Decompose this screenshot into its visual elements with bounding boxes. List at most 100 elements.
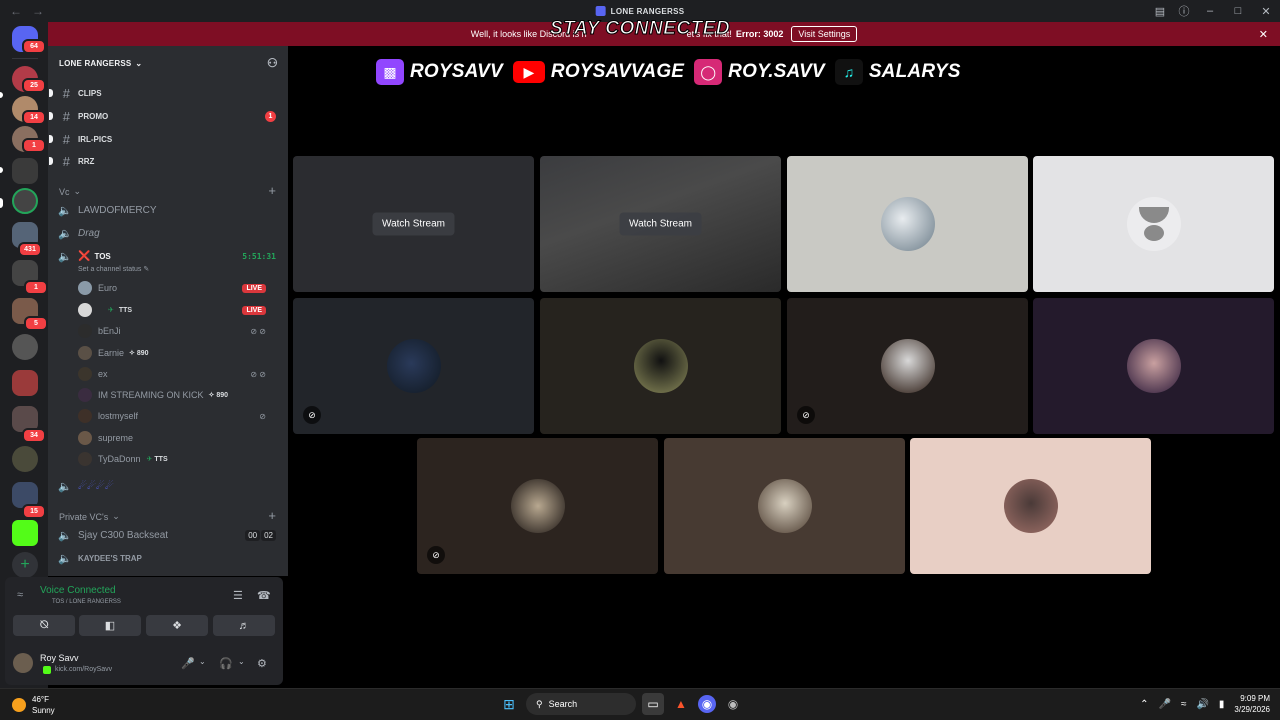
minimize-button[interactable]: – (1196, 0, 1224, 22)
add-server-icon[interactable]: + (12, 552, 38, 578)
voice-member[interactable]: Earnie ✧ 890 (78, 343, 278, 363)
invite-people-icon[interactable]: ⚇ (267, 56, 278, 70)
avatar (510, 479, 565, 533)
clock[interactable]: 9:09 PM 3/29/2026 (1234, 693, 1270, 715)
soundboard-button[interactable]: ♬ (213, 615, 275, 636)
voice-member[interactable]: ex ⊘ ⊘ (78, 364, 278, 384)
taskbar-search[interactable]: ⚲ Search (526, 693, 636, 715)
voice-channel-drag[interactable]: 🔈 Drag (48, 223, 288, 243)
windows-start-icon[interactable]: ⊞ (498, 693, 520, 715)
task-view-icon[interactable]: ▭ (642, 693, 664, 715)
close-window-button[interactable]: ✕ (1252, 0, 1280, 22)
text-channel-irl-pics[interactable]: # IRL-PICS (48, 129, 288, 149)
voice-member[interactable]: supreme (78, 428, 278, 448)
kick-server-icon[interactable] (12, 520, 38, 546)
voice-channel-kaydees-trap[interactable]: 🔈 KAYDEE'S TRAP (48, 548, 288, 568)
battery-icon[interactable]: ▮ (1219, 699, 1225, 710)
voice-status-panel: ≈ Voice Connected TOS / LONE RANGERSS ☰ … (5, 577, 283, 685)
avatar (757, 479, 812, 533)
settings-gear-icon[interactable]: ⚙ (257, 657, 267, 670)
user-tile[interactable] (787, 156, 1028, 292)
server-badge: 431 (18, 242, 42, 257)
visit-settings-button[interactable]: Visit Settings (791, 26, 858, 42)
share-screen-button[interactable]: ◧ (79, 615, 141, 636)
stream-tile[interactable]: Watch Stream (540, 156, 781, 292)
text-channel-rrz[interactable]: # RRZ (48, 151, 288, 171)
active-voice-server-icon[interactable] (12, 188, 38, 214)
voice-channel-sjay[interactable]: 🔈 Sjay C300 Backseat 00 02 (48, 525, 288, 545)
user-tile[interactable]: ⊘ (293, 298, 534, 434)
voice-member[interactable]: TyDaDonn ✈ TTS (78, 449, 278, 469)
activities-button[interactable]: ❖ (146, 615, 208, 636)
voice-location[interactable]: TOS / LONE RANGERSS (52, 599, 121, 605)
chevron-down-icon[interactable]: ⌄ (199, 657, 206, 666)
headphones-icon[interactable]: 🎧 (219, 657, 233, 670)
voice-member[interactable]: IM STREAMING ON KICK ✧ 890 (78, 385, 278, 405)
weather-widget[interactable]: 46°F Sunny (12, 694, 55, 716)
set-channel-status[interactable]: Set a channel status ✎ (78, 265, 149, 273)
user-tile[interactable] (540, 298, 781, 434)
signal-icon[interactable]: ≈ (17, 589, 23, 601)
server-icon[interactable] (12, 370, 38, 396)
user-tile[interactable] (1033, 156, 1274, 292)
arrow-left-icon[interactable]: ← (10, 4, 22, 18)
voice-member[interactable]: ✈ TTS LIVE (78, 300, 278, 320)
youtube-icon: ▶ (512, 61, 545, 83)
category-private-vcs[interactable]: Private VC's ⌄ (59, 511, 120, 522)
muted-icon: ⊘ (303, 406, 321, 424)
server-icon[interactable] (12, 158, 38, 184)
inbox-icon[interactable]: ▤ (1148, 0, 1172, 22)
chevron-down-icon: ⌄ (135, 58, 143, 68)
server-badge: 1 (24, 280, 48, 295)
speaker-icon: 🔈 (58, 227, 72, 240)
discord-taskbar-icon[interactable]: ◉ (698, 695, 716, 713)
current-user-name[interactable]: Roy Savv (40, 653, 79, 663)
server-icon[interactable] (12, 446, 38, 472)
user-tile[interactable] (1033, 298, 1274, 434)
live-badge: LIVE (242, 283, 266, 293)
watch-stream-button[interactable]: Watch Stream (372, 212, 455, 236)
user-tile[interactable] (910, 438, 1151, 574)
watch-stream-button[interactable]: Watch Stream (619, 212, 702, 236)
avatar (78, 346, 92, 360)
microphone-icon[interactable]: 🎤 (1158, 699, 1170, 710)
user-tile[interactable]: ⊘ (417, 438, 658, 574)
chevron-up-icon[interactable]: ⌃ (1140, 699, 1148, 710)
noise-suppression-icon[interactable]: ☰ (233, 589, 243, 602)
text-channel-promo[interactable]: # PROMO 1 (48, 106, 288, 126)
voice-channel-lawdofmercy[interactable]: 🔈 LAWDOFMERCY (48, 200, 288, 220)
help-icon[interactable]: ⓘ (1172, 0, 1196, 22)
voice-channel-tos[interactable]: 🔈 ❌ TOS 5:51:31 (48, 246, 288, 266)
volume-icon[interactable]: 🔊 (1196, 699, 1208, 710)
stream-tile[interactable]: Watch Stream (293, 156, 534, 292)
window-title: LONE RANGERSS (595, 6, 685, 16)
user-tile[interactable]: ⊘ (787, 298, 1028, 434)
voice-member[interactable]: lostmyself ⊘ (78, 406, 278, 426)
server-badge: 5 (24, 316, 48, 331)
avatar[interactable] (13, 653, 33, 673)
server-header[interactable]: LONE RANGERSS ⌄ ⚇ (48, 46, 288, 80)
microphone-icon[interactable]: 🎤 (181, 657, 195, 670)
close-banner-icon[interactable]: ✕ (1259, 28, 1268, 41)
arrow-right-icon[interactable]: → (32, 4, 44, 18)
disconnect-icon[interactable]: ☎ (257, 589, 271, 602)
voice-connected-label[interactable]: Voice Connected (40, 585, 116, 596)
avatar (386, 339, 441, 393)
server-icon[interactable] (12, 334, 38, 360)
camera-off-button[interactable]: ⦰ (13, 615, 75, 636)
wifi-icon[interactable]: ≈ (1181, 699, 1187, 710)
chevron-down-icon[interactable]: ⌄ (238, 657, 245, 666)
text-channel-clips[interactable]: # CLIPS (48, 83, 288, 103)
unread-indicator (49, 135, 53, 143)
brave-browser-icon[interactable]: ▲ (670, 693, 692, 715)
avatar (633, 339, 688, 393)
category-vc[interactable]: Vc ⌄ (59, 186, 81, 197)
voice-channel-emoji[interactable]: 🔈 ☄☄☄☄ (48, 476, 288, 496)
user-tile[interactable] (664, 438, 905, 574)
voice-member[interactable]: bEnJi ⊘ ⊘ (78, 321, 278, 341)
create-channel-icon[interactable]: + (268, 183, 276, 198)
obs-icon[interactable]: ◉ (722, 693, 744, 715)
maximize-button[interactable]: □ (1224, 0, 1252, 22)
create-channel-icon[interactable]: + (268, 508, 276, 523)
voice-member[interactable]: Euro LIVE (78, 278, 278, 298)
